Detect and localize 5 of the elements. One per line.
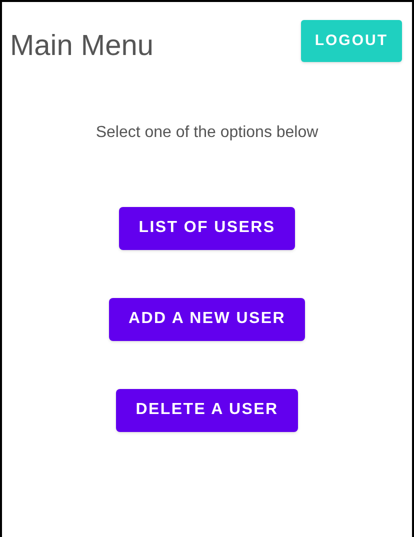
menu-button[interactable]: DELETE A USER: [116, 388, 298, 432]
instruction-text: Select one of the options below: [96, 122, 318, 142]
menu-button[interactable]: ADD A NEW USER: [108, 298, 306, 340]
screen-title: Main Menu: [10, 29, 154, 64]
menu-button[interactable]: LIST OF USERS: [118, 206, 296, 250]
